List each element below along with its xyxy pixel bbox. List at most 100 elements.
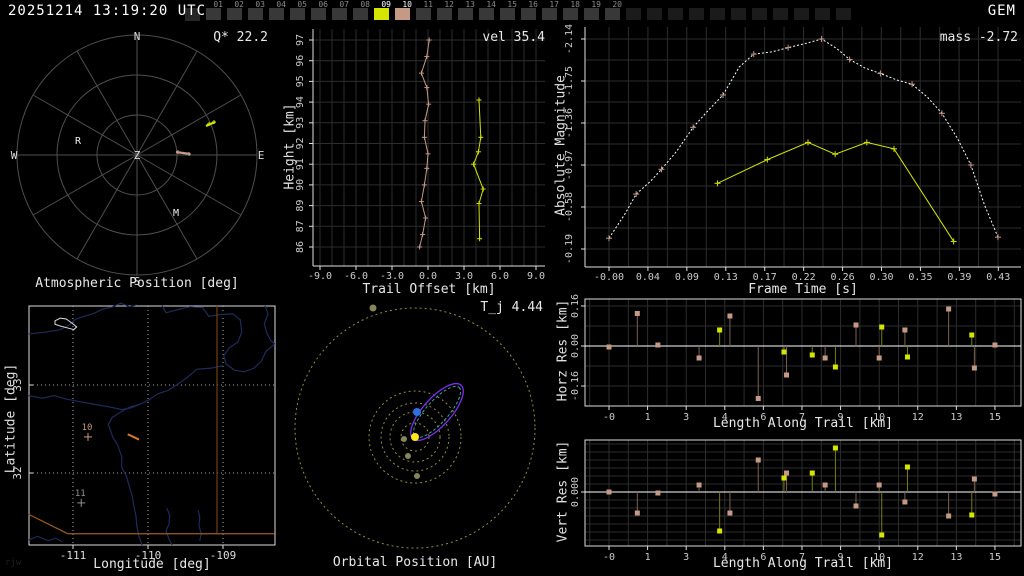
tick-label: 15 (989, 412, 1001, 423)
velocity-value: vel 35.4 (482, 30, 545, 45)
frame-box[interactable] (416, 8, 431, 20)
height-axis-label: Height [km] (282, 103, 298, 190)
river (161, 305, 276, 373)
vert-res-axis-label: Vert Res [km] (555, 440, 571, 543)
frame-box[interactable] (227, 8, 242, 20)
frame-label: 18 (570, 0, 580, 9)
frame-box[interactable] (332, 8, 347, 20)
marker-square (784, 372, 790, 378)
tick-label: 1 (645, 412, 651, 423)
frame-label: 11 (423, 0, 433, 9)
horz-res-plot: -0 1 3 4 6 7 9 10 12 13 150.160.00-0.16 (570, 294, 1022, 423)
vert-res-plot: -0 1 3 4 6 7 9 10 12 13 150.000 (570, 439, 1022, 563)
orbit-title: Orbital Position [AU] (332, 555, 498, 570)
state-border (28, 513, 69, 535)
marker-square (946, 306, 952, 312)
tick-label: 0.43 (986, 272, 1010, 283)
marker-square (904, 354, 910, 360)
frame-label: 14 (486, 0, 496, 9)
frame-box[interactable] (395, 8, 410, 20)
frame-box[interactable] (668, 8, 683, 20)
frame-box[interactable] (710, 8, 725, 20)
frame-box[interactable] (563, 8, 578, 20)
marker-square (832, 364, 838, 370)
plot-frame (584, 439, 1022, 547)
polar-spoke (136, 154, 242, 216)
tick-label: 1 (645, 552, 651, 563)
frame-box[interactable] (248, 8, 263, 20)
frame-box[interactable] (752, 8, 767, 20)
marker-square (902, 327, 908, 333)
marker-square (946, 513, 952, 519)
tisserand-value: T_j 4.44 (480, 300, 543, 315)
marker-square (969, 332, 975, 338)
frame-box[interactable] (542, 8, 557, 20)
polar-spoke (136, 50, 198, 156)
frame-label: 16 (528, 0, 538, 9)
frame-box[interactable] (584, 8, 599, 20)
ground-track (127, 433, 140, 441)
frame-label: 12 (444, 0, 454, 9)
marker-square (853, 322, 859, 328)
polar-spoke (76, 154, 138, 260)
tick-label: -0 (603, 412, 615, 423)
marker-square (717, 528, 723, 534)
frame-box[interactable] (353, 8, 368, 20)
tick-label: 0.39 (947, 272, 971, 283)
magnitude-axis-label: Absolute Magnitude (553, 75, 569, 216)
frame-label: 01 (213, 0, 223, 9)
compass-east-label: E (258, 149, 265, 162)
frame-label: 20 (612, 0, 622, 9)
tick-label: 13 (950, 412, 962, 423)
marker-square (832, 445, 838, 451)
frame-box[interactable] (731, 8, 746, 20)
frame-box[interactable] (521, 8, 536, 20)
river (165, 507, 173, 546)
frame-box[interactable] (647, 8, 662, 20)
frame-box[interactable] (815, 8, 830, 20)
tick-label: -0 (603, 552, 615, 563)
frame-box[interactable] (626, 8, 641, 20)
plot-frame (584, 298, 1022, 407)
tick-label: 0.16 (570, 294, 581, 318)
tick-label: 0.09 (675, 272, 699, 283)
trail-series (473, 100, 484, 239)
tick-label: 3.0 (455, 271, 473, 282)
tick-label: 0.35 (908, 272, 932, 283)
frame-box[interactable] (773, 8, 788, 20)
frame-box[interactable] (458, 8, 473, 20)
frame-box[interactable] (206, 8, 221, 20)
marker-square (781, 349, 787, 355)
frame-box[interactable] (311, 8, 326, 20)
marker-square (879, 532, 885, 538)
polar-spoke (136, 154, 198, 260)
frame-box[interactable] (290, 8, 305, 20)
frame-box[interactable] (269, 8, 284, 20)
polar-spoke (32, 154, 138, 216)
frame-box[interactable] (794, 8, 809, 20)
marker-square (809, 470, 815, 476)
marker-square (879, 324, 885, 330)
frame-box[interactable] (437, 8, 452, 20)
tick-label: 0.04 (636, 272, 660, 283)
venus-dot (405, 453, 411, 459)
frame-label: 17 (549, 0, 559, 9)
polar-spoke (32, 94, 138, 156)
tick-label: 13 (950, 552, 962, 563)
frame-label: 06 (318, 0, 328, 9)
frame-box[interactable] (836, 8, 851, 20)
frame-box[interactable] (689, 8, 704, 20)
river (197, 509, 202, 541)
tick-label: 9.0 (527, 271, 545, 282)
frame-box[interactable] (479, 8, 494, 20)
frame-box[interactable] (500, 8, 515, 20)
marker-square (902, 499, 908, 505)
trail-title: Trail Offset [km] (362, 282, 496, 297)
marker-square (727, 313, 733, 319)
datetime-display: 20251214 13:19:20 UTC (8, 3, 207, 19)
frame-box[interactable] (374, 8, 389, 20)
frame-box[interactable] (605, 8, 620, 20)
river (263, 305, 276, 345)
marker-square (822, 482, 828, 488)
mars-dot (414, 473, 420, 479)
